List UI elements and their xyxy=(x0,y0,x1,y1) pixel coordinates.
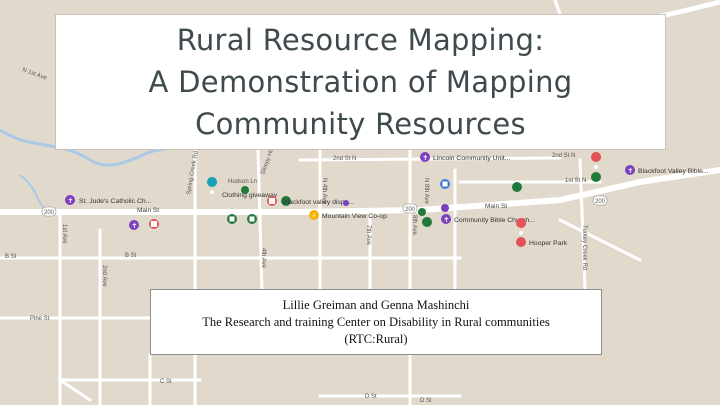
gift-pin-icon[interactable] xyxy=(149,219,159,229)
street-label: 1st St N xyxy=(565,178,586,184)
church-pin-icon[interactable]: ✝ xyxy=(420,152,430,162)
street-label: 7th Ave xyxy=(365,225,371,246)
street-label: 2nd St N xyxy=(333,156,356,162)
church-pin-icon[interactable]: ✝ xyxy=(625,165,635,175)
poi-label: St. Jude's Catholic Ch... xyxy=(79,198,151,205)
subtitle-box: Lillie Greiman and Genna Mashinchi The R… xyxy=(150,289,602,355)
street-label: Turkey Creek Rd xyxy=(581,225,587,270)
street-label: 4th Ave xyxy=(260,248,266,269)
svg-text:200: 200 xyxy=(595,199,606,205)
street-label: 8th Ave xyxy=(411,215,417,236)
svg-text:✝: ✝ xyxy=(68,197,74,205)
green-pin-icon[interactable] xyxy=(591,172,601,182)
street-label: Main St xyxy=(485,203,507,210)
highway-shield-icon: 200 xyxy=(402,203,418,214)
gift-pin-icon[interactable] xyxy=(267,196,277,206)
green-pin-icon[interactable] xyxy=(241,186,249,194)
poi-label: Hooper Park xyxy=(529,240,568,247)
title-line-1: Rural Resource Mapping: xyxy=(176,23,545,57)
lightning-pin-icon[interactable]: ⚡ xyxy=(309,210,319,220)
organization-short: (RTC:Rural) xyxy=(344,331,408,346)
poi-label: Blackfoot Valley Bible... xyxy=(638,168,709,175)
green-pin-icon[interactable] xyxy=(418,208,426,216)
svg-text:✝: ✝ xyxy=(444,216,450,224)
green-pin-icon[interactable] xyxy=(512,182,522,192)
green-pin-icon[interactable] xyxy=(422,217,432,227)
authors: Lillie Greiman and Genna Mashinchi xyxy=(282,297,470,312)
church-pin-icon[interactable]: ✝ xyxy=(441,214,451,224)
svg-text:✝: ✝ xyxy=(132,222,138,230)
svg-text:✝: ✝ xyxy=(423,154,429,162)
shop-pin-icon[interactable] xyxy=(227,214,237,224)
title-line-3: Community Resources xyxy=(195,107,526,141)
street-label: D St xyxy=(365,394,377,400)
street-label: N 8th Ave xyxy=(423,178,429,205)
purple-pin-icon[interactable] xyxy=(441,204,449,212)
street-label: Pine St xyxy=(30,316,50,322)
poi-label: Mountain View Co-op xyxy=(322,213,387,220)
title-box: Rural Resource Mapping: A Demonstration … xyxy=(55,14,666,150)
street-label: C St xyxy=(160,379,172,385)
street-label: Hudson Ln xyxy=(228,179,257,185)
street-label: 1st Ave xyxy=(61,224,67,244)
svg-text:✝: ✝ xyxy=(628,167,634,175)
street-label: Main St xyxy=(137,207,159,214)
street-label: B St xyxy=(5,254,17,260)
purple-pin-icon[interactable] xyxy=(343,200,349,206)
highway-shield-icon: 200 xyxy=(592,195,608,206)
svg-text:200: 200 xyxy=(405,207,416,213)
highway-shield-icon: 200 xyxy=(41,206,57,217)
street-label: 2nd St N xyxy=(552,153,575,159)
svg-text:⚡: ⚡ xyxy=(312,212,317,220)
title-line-2: A Demonstration of Mapping xyxy=(148,65,573,99)
street-label: B St xyxy=(125,253,137,259)
book-pin-icon[interactable] xyxy=(440,179,450,189)
poi-label: Lincoln Community Unit... xyxy=(433,155,511,162)
street-label: D St xyxy=(420,398,432,404)
svg-text:200: 200 xyxy=(44,210,55,216)
shop-pin-icon[interactable] xyxy=(247,214,257,224)
church-pin-icon[interactable]: ✝ xyxy=(65,195,75,205)
street-label: 2nd Ave xyxy=(101,265,107,287)
church-pin-icon[interactable]: ✝ xyxy=(129,220,139,230)
organization: The Research and training Center on Disa… xyxy=(202,314,550,329)
